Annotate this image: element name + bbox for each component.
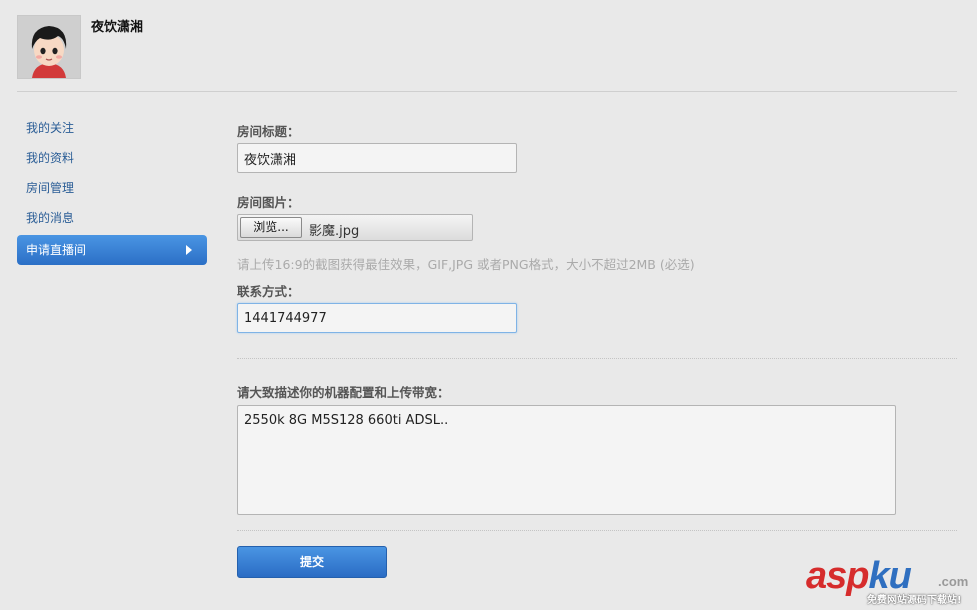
room-title-input[interactable] [237,143,517,173]
sidebar-item-apply-live-room[interactable]: 申请直播间 [17,235,207,265]
browse-button[interactable]: 浏览... [240,217,302,238]
machine-description-label: 请大致描述你的机器配置和上传带宽： [237,385,450,400]
sidebar-item-label: 申请直播间 [26,243,87,257]
chevron-right-icon [186,245,192,255]
username: 夜饮潇湘 [91,20,144,35]
image-upload-hint: 请上传16:9的截图获得最佳效果，GIF,JPG 或者PNG格式，大小不超过2M… [237,257,695,272]
watermark-subtitle: 免费网站源码下载站! [867,595,962,606]
room-title-label: 房间标题： [237,124,300,139]
watermark-logo: aspku .com 免费网站源码下载站! [806,554,976,606]
machine-description-textarea[interactable]: 2550k 8G M5S128 660ti ADSL.. [237,405,896,515]
room-image-label: 房间图片： [237,195,300,210]
contact-input[interactable] [237,303,517,333]
watermark-brand-red: asp [806,555,869,597]
sidebar-item-following[interactable]: 我的关注 [17,113,207,143]
sidebar-nav: 我的关注 我的资料 房间管理 我的消息 申请直播间 [17,113,207,265]
sidebar-item-profile[interactable]: 我的资料 [17,143,207,173]
section-divider [237,358,957,359]
room-image-file-input[interactable]: 浏览... 影魔.jpg [237,214,473,241]
avatar-cartoon-image [18,16,80,78]
avatar [17,15,81,79]
sidebar-item-room-management[interactable]: 房间管理 [17,173,207,203]
submit-button[interactable]: 提交 [237,546,387,578]
contact-label: 联系方式： [237,284,300,299]
watermark-suffix: .com [938,574,969,589]
sidebar-item-messages[interactable]: 我的消息 [17,203,207,233]
header-divider [17,91,957,92]
selected-file-name: 影魔.jpg [309,224,360,239]
section-divider [237,530,957,531]
